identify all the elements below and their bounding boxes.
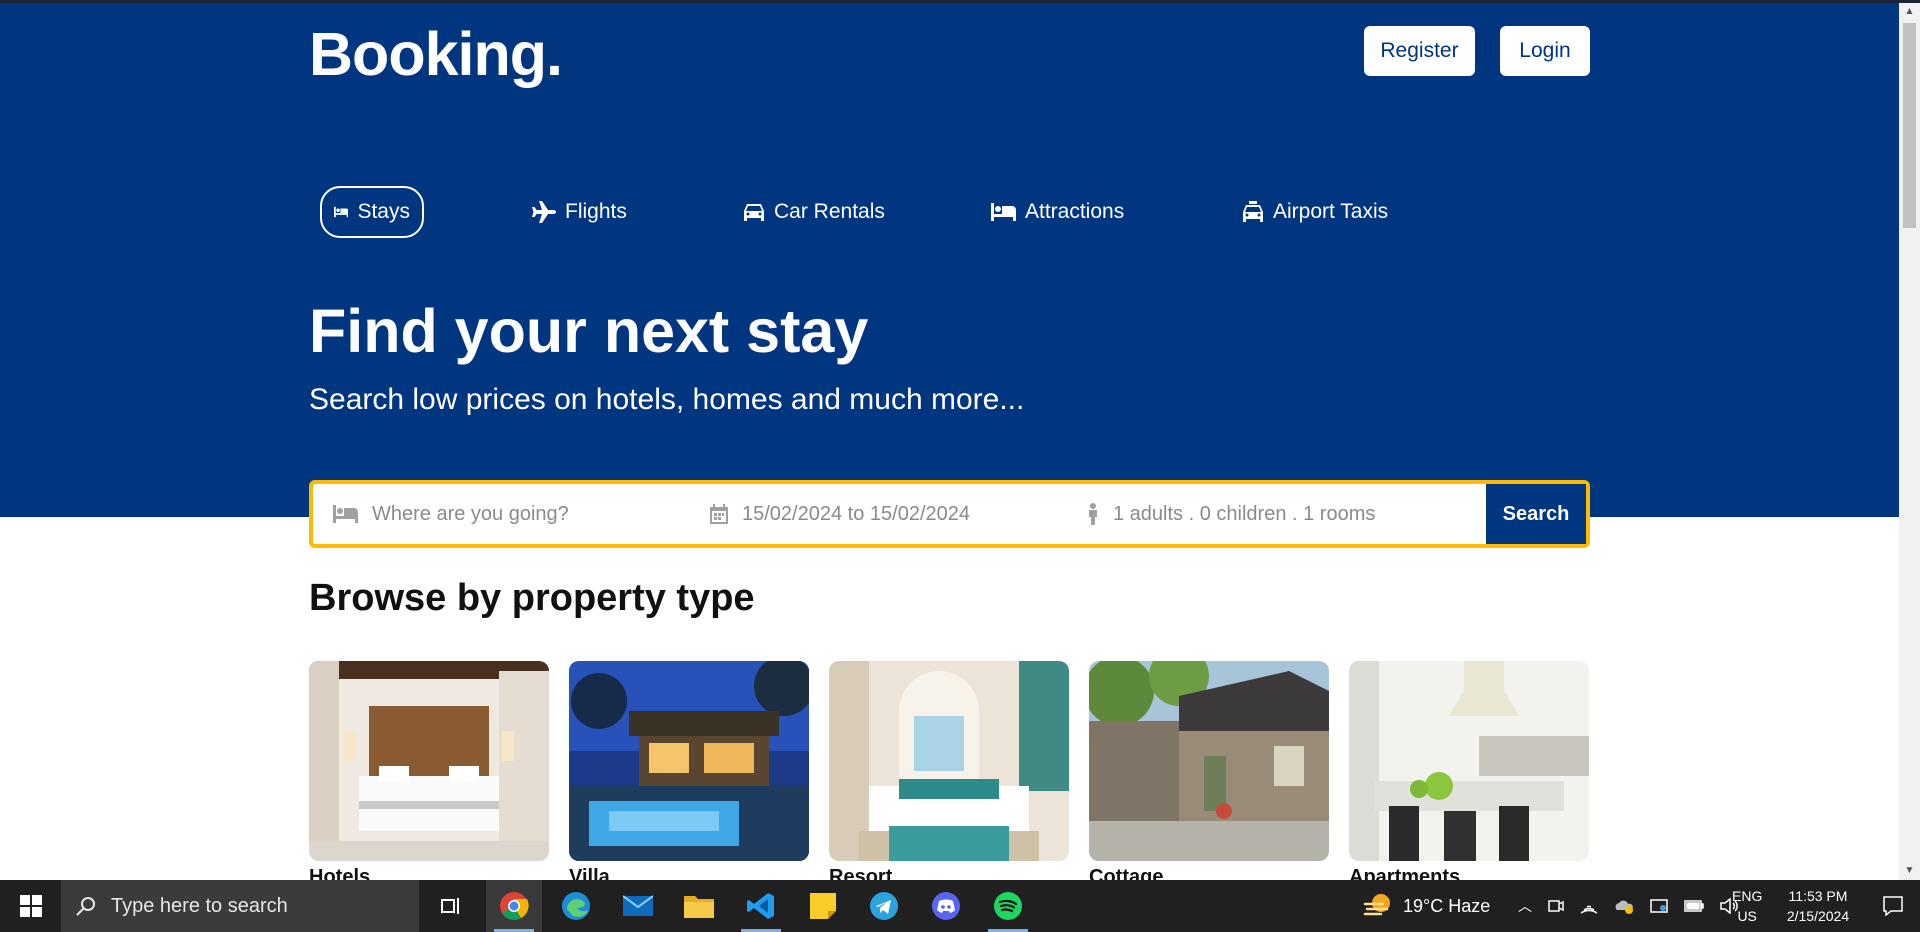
task-view-icon — [441, 898, 459, 914]
region-text: US — [1737, 908, 1757, 924]
taskbar-chrome[interactable] — [486, 880, 542, 932]
page-scrollbar[interactable]: ▲ ▼ — [1899, 3, 1920, 880]
date-text: 2/15/2024 — [1786, 908, 1850, 924]
search-bar: Where are you going? 15/02/2024 to 15/02… — [309, 480, 1590, 548]
register-button[interactable]: Register — [1364, 26, 1475, 76]
nav-attractions-label: Attractions — [1025, 200, 1125, 223]
bed-icon — [333, 505, 358, 523]
hotels-image — [309, 661, 549, 861]
nav-attractions[interactable]: Attractions — [979, 186, 1136, 238]
battery-icon[interactable] — [1684, 900, 1704, 912]
taskbar-file-explorer[interactable] — [671, 880, 727, 932]
browse-title: Browse by property type — [309, 577, 755, 619]
spotify-icon — [994, 892, 1022, 920]
taskbar-edge[interactable] — [548, 880, 604, 932]
search-button[interactable]: Search — [1486, 484, 1586, 544]
taskbar-mail[interactable] — [610, 880, 666, 932]
discord-icon — [932, 892, 960, 920]
property-card-apartments[interactable]: Apartments — [1349, 661, 1589, 888]
nav-airport-taxis-label: Airport Taxis — [1273, 200, 1389, 223]
logo[interactable]: Booking. — [309, 19, 563, 89]
haze-icon — [1363, 894, 1390, 916]
scroll-down-arrow[interactable]: ▼ — [1899, 862, 1920, 880]
date-field[interactable]: 15/02/2024 to 15/02/2024 — [710, 484, 970, 544]
destination-field[interactable]: Where are you going? — [333, 484, 569, 544]
taskbar-telegram[interactable] — [856, 880, 912, 932]
taskbar-sticky-notes[interactable] — [795, 880, 851, 932]
property-card-resort[interactable]: Resort — [829, 661, 1069, 888]
sticky-notes-icon — [810, 893, 836, 919]
clock[interactable]: 11:53 PM 2/15/2024 — [1778, 880, 1858, 932]
language-indicator[interactable]: ENG US — [1732, 880, 1762, 932]
taskbar-discord[interactable] — [918, 880, 974, 932]
time-text: 11:53 PM — [1788, 888, 1848, 904]
taskbar-search[interactable]: Type here to search — [61, 880, 419, 932]
nav-car-rentals[interactable]: Car Rentals — [731, 186, 897, 238]
taxi-icon — [1243, 201, 1263, 222]
guests-text: 1 adults . 0 children . 1 rooms — [1113, 502, 1376, 525]
network-icon[interactable] — [1580, 898, 1598, 914]
start-button[interactable] — [2, 880, 60, 932]
resort-image — [829, 661, 1069, 861]
windows-icon — [20, 895, 42, 917]
login-button[interactable]: Login — [1500, 26, 1590, 76]
scroll-up-arrow[interactable]: ▲ — [1899, 3, 1920, 21]
destination-placeholder: Where are you going? — [372, 502, 569, 525]
taskbar-vscode[interactable] — [733, 880, 789, 932]
apartments-image — [1349, 661, 1589, 861]
bed-icon — [991, 203, 1016, 221]
search-icon — [76, 897, 95, 916]
property-card-cottage[interactable]: Cottage — [1089, 661, 1329, 888]
notification-icon — [1883, 896, 1903, 917]
mail-icon — [623, 895, 653, 916]
telegram-icon — [870, 892, 898, 920]
notifications-button[interactable] — [1866, 880, 1920, 932]
chevron-up-icon[interactable]: ︿ — [1518, 896, 1532, 916]
vscode-icon — [747, 893, 774, 919]
taskbar-spotify[interactable] — [980, 880, 1036, 932]
weather-text: 19°C Haze — [1403, 895, 1491, 916]
car-icon — [744, 204, 764, 221]
hero-subtitle: Search low prices on hotels, homes and m… — [309, 383, 1025, 416]
chrome-icon — [500, 892, 529, 920]
villa-image — [569, 661, 809, 861]
task-view-button[interactable] — [422, 880, 478, 932]
nav-flights[interactable]: Flights — [520, 186, 639, 238]
calendar-icon — [710, 504, 728, 524]
scroll-thumb[interactable] — [1903, 23, 1916, 228]
hero-title: Find your next stay — [309, 297, 869, 365]
lang-text: ENG — [1732, 888, 1763, 904]
property-card-villa[interactable]: Villa — [569, 661, 809, 888]
plane-icon — [532, 201, 556, 223]
nav-stays[interactable]: Stays — [320, 186, 424, 238]
bed-icon — [334, 206, 349, 218]
edge-icon — [562, 892, 590, 920]
guests-field[interactable]: 1 adults . 0 children . 1 rooms — [1087, 484, 1375, 544]
property-card-hotels[interactable]: Hotels — [309, 661, 549, 888]
security-icon[interactable] — [1650, 898, 1668, 914]
taskbar: Type here to search 19°C Haze ︿ ENG US 1… — [0, 880, 1920, 932]
nav-car-rentals-label: Car Rentals — [774, 200, 885, 223]
system-tray-icons: ︿ — [1518, 880, 1740, 932]
nav-airport-taxis[interactable]: Airport Taxis — [1230, 186, 1400, 238]
person-icon — [1089, 503, 1097, 525]
onedrive-icon[interactable] — [1614, 898, 1634, 914]
meet-icon[interactable] — [1548, 898, 1564, 914]
folder-icon — [684, 896, 714, 918]
weather-widget[interactable]: 19°C Haze — [1363, 880, 1490, 932]
cottage-image — [1089, 661, 1329, 861]
taskbar-search-placeholder: Type here to search — [111, 894, 288, 917]
hero-header: Booking. Register Login Stays Flights Ca… — [0, 3, 1899, 517]
nav-stays-label: Stays — [357, 200, 410, 223]
date-range-text: 15/02/2024 to 15/02/2024 — [742, 502, 970, 525]
nav-flights-label: Flights — [565, 200, 627, 223]
